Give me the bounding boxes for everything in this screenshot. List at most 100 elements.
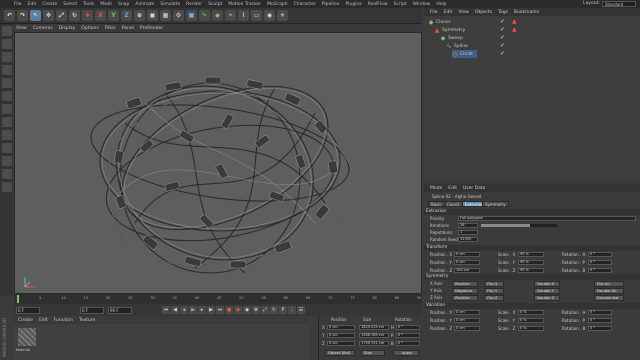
- recent-tool-icon[interactable]: ✚: [82, 10, 93, 21]
- menu-sculpt[interactable]: Sculpt: [208, 2, 222, 7]
- menu-file[interactable]: File: [14, 2, 22, 7]
- transform-pos-field[interactable]: 0 cm: [454, 252, 480, 257]
- position-key-icon[interactable]: ✥: [252, 306, 260, 314]
- check-icon[interactable]: ✔: [500, 19, 506, 25]
- points-mode-icon[interactable]: [1, 78, 12, 88]
- variation-pos-field[interactable]: 0 cm: [454, 310, 480, 315]
- menu-animate[interactable]: Animate: [135, 2, 154, 7]
- redo-icon[interactable]: ↷: [17, 10, 28, 21]
- axis-z-button[interactable]: Z: [121, 10, 132, 21]
- autokey-icon[interactable]: ◉: [234, 306, 242, 314]
- tab-symmetry[interactable]: Symmetry: [482, 201, 509, 207]
- menu-mesh[interactable]: Mesh: [100, 2, 112, 7]
- make-editable-icon[interactable]: [1, 26, 12, 36]
- material-menu-function[interactable]: Function: [54, 318, 73, 323]
- random-seed-field[interactable]: 12359: [458, 237, 478, 242]
- menu-plugins[interactable]: Plugins: [345, 2, 361, 7]
- viewport-menu-prorender[interactable]: ProRender: [140, 26, 163, 31]
- viewport-menu-cameras[interactable]: Cameras: [33, 26, 53, 31]
- menu-realflow[interactable]: RealFlow: [368, 2, 388, 7]
- coords-size-y[interactable]: 1306.785 cm: [359, 333, 389, 338]
- menu-select[interactable]: Select: [63, 2, 77, 7]
- variation-rot-field[interactable]: 0 °: [588, 310, 612, 315]
- go-to-end-icon[interactable]: ⏭: [216, 306, 224, 314]
- solo-icon[interactable]: [1, 182, 12, 192]
- coords-pos-y[interactable]: 0 cm: [327, 333, 355, 338]
- transform-scale-field[interactable]: 95 %: [518, 252, 544, 257]
- symmetry-option-select[interactable]: Positive: [452, 281, 478, 287]
- transform-rot-field[interactable]: 0 °: [588, 268, 612, 273]
- array-icon[interactable]: ✦: [225, 10, 236, 21]
- variation-pos-field[interactable]: 0 cm: [454, 326, 480, 331]
- coords-size-mode-select[interactable]: Size: [361, 350, 385, 356]
- symmetry-double-button[interactable]: Double Z: [534, 295, 560, 301]
- object-row-cloner[interactable]: ◆ Cloner: [428, 18, 451, 26]
- viewport-menu-filter[interactable]: Filter: [105, 26, 116, 31]
- keyframe-selection-icon[interactable]: ◆: [243, 306, 251, 314]
- menu-pipeline[interactable]: Pipeline: [322, 2, 340, 7]
- go-to-start-icon[interactable]: ⏮: [162, 306, 170, 314]
- tab-coord[interactable]: Coord.: [444, 201, 464, 207]
- timeline-menu-icon[interactable]: ☰: [297, 306, 305, 314]
- coords-rot-p[interactable]: 0 °: [396, 333, 420, 338]
- subdivision-icon[interactable]: ◆: [212, 10, 223, 21]
- section-extrusion[interactable]: Extrusion: [424, 209, 640, 215]
- section-transform[interactable]: Transform: [424, 245, 640, 251]
- cube-icon[interactable]: ■: [186, 10, 197, 21]
- transform-rot-field[interactable]: 0 °: [588, 252, 612, 257]
- coords-pos-z[interactable]: 0 cm: [327, 341, 355, 346]
- quantize-icon[interactable]: [1, 156, 12, 166]
- attributes-menu-mode[interactable]: Mode: [430, 186, 442, 191]
- viewport-menu-display[interactable]: Display: [59, 26, 76, 31]
- variation-scale-field[interactable]: 0 %: [518, 326, 544, 331]
- model-mode-icon[interactable]: [1, 39, 12, 49]
- check-icon[interactable]: ✔: [500, 35, 506, 41]
- object-row-circle[interactable]: ○ Circle: [452, 50, 477, 58]
- timeline-ruler[interactable]: 0 5 10 15 20 25 30 35 40 45 50 55 60 65 70 75 80 85 90: [14, 294, 422, 304]
- objects-menu-file[interactable]: File: [430, 10, 438, 15]
- variation-pos-field[interactable]: 0 cm: [454, 318, 480, 323]
- symmetry-flip-button[interactable]: Flip Y: [484, 288, 504, 294]
- 3d-viewport[interactable]: [14, 32, 422, 294]
- render-settings-icon[interactable]: ⚙: [173, 10, 184, 21]
- attributes-menu-edit[interactable]: Edit: [448, 186, 457, 191]
- workplane-icon[interactable]: [1, 65, 12, 75]
- symmetry-flip-button[interactable]: Flip X: [484, 281, 504, 287]
- check-icon[interactable]: ✔: [500, 43, 506, 49]
- texture-mode-icon[interactable]: [1, 52, 12, 62]
- check-icon[interactable]: ✔: [500, 27, 506, 33]
- tab-basic[interactable]: Basic: [428, 201, 445, 207]
- variation-scale-field[interactable]: 0 %: [518, 318, 544, 323]
- next-frame-icon[interactable]: ▸: [198, 306, 206, 314]
- viewport-menu-view[interactable]: View: [16, 26, 27, 31]
- lock-workplane-icon[interactable]: [1, 169, 12, 179]
- symmetry-all-button[interactable]: Double All: [594, 288, 624, 294]
- polygons-mode-icon[interactable]: [1, 104, 12, 114]
- menu-script[interactable]: Script: [394, 2, 407, 7]
- move-icon[interactable]: ✥: [43, 10, 54, 21]
- objects-menu-edit[interactable]: Edit: [444, 10, 453, 15]
- transform-scale-field[interactable]: 95 %: [518, 260, 544, 265]
- edges-mode-icon[interactable]: [1, 91, 12, 101]
- deformer-icon[interactable]: ⌇: [238, 10, 249, 21]
- check-icon[interactable]: ✔: [500, 51, 506, 57]
- symmetry-all-button[interactable]: Randomize: [594, 295, 624, 301]
- repetitions-field[interactable]: 1: [458, 230, 478, 235]
- rotation-key-icon[interactable]: ↻: [270, 306, 278, 314]
- scale-key-icon[interactable]: ⤢: [261, 306, 269, 314]
- variation-rot-field[interactable]: 0 °: [588, 326, 612, 331]
- viewport-menu-panel[interactable]: Panel: [122, 26, 134, 31]
- symmetry-option-select[interactable]: Positive: [452, 295, 478, 301]
- transform-scale-field[interactable]: 95 %: [518, 268, 544, 273]
- menu-snap[interactable]: Snap: [118, 2, 129, 7]
- objects-menu-objects[interactable]: Objects: [475, 10, 492, 15]
- tweak-mode-icon[interactable]: [1, 130, 12, 140]
- phong-tag-icon[interactable]: ▲: [512, 19, 518, 25]
- axis-x-button[interactable]: X: [95, 10, 106, 21]
- symmetry-option-select[interactable]: Negative: [452, 288, 478, 294]
- rotate-icon[interactable]: ↻: [69, 10, 80, 21]
- undo-icon[interactable]: ↶: [4, 10, 15, 21]
- coordinate-system-icon[interactable]: ⊕: [134, 10, 145, 21]
- coords-size-x[interactable]: 1829.215 cm: [359, 325, 389, 330]
- menu-simulate[interactable]: Simulate: [160, 2, 180, 7]
